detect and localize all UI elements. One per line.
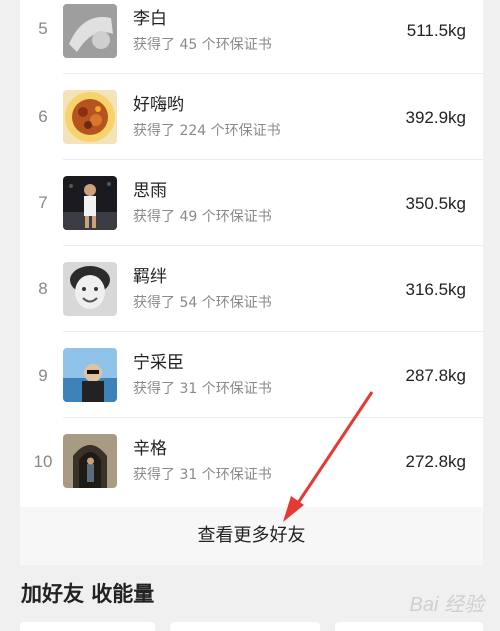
list-item[interactable]: 6 好嗨哟 获得了 224 个环保证书 392.9kg: [20, 74, 483, 160]
friend-card[interactable]: [20, 622, 155, 631]
avatar[interactable]: [63, 4, 117, 58]
friend-name: 好嗨哟: [133, 95, 184, 115]
view-more-friends-button[interactable]: 查看更多好友: [20, 507, 483, 565]
friend-cards-strip: [20, 622, 483, 631]
avatar-image: [63, 176, 117, 230]
friend-name: 羁绊: [133, 267, 167, 287]
avatar[interactable]: [63, 90, 117, 144]
avatar-image: [63, 4, 117, 58]
energy-weight: 350.5kg: [405, 194, 467, 213]
cert-count: 获得了 31 个环保证书: [133, 381, 272, 397]
rank-number: 8: [38, 279, 48, 298]
friend-ranking-list: 5 李白 获得了 45 个环保证书 511.5kg 6 好嗨哟 获得了 224 …: [20, 0, 483, 565]
list-item[interactable]: 5 李白 获得了 45 个环保证书 511.5kg: [20, 0, 483, 74]
cert-count: 获得了 54 个环保证书: [133, 295, 272, 311]
avatar[interactable]: [63, 348, 117, 402]
watermark-logo: Bai 经验: [409, 594, 484, 616]
rank-number: 7: [38, 193, 48, 212]
rank-number: 6: [38, 107, 48, 126]
cert-count: 获得了 45 个环保证书: [133, 37, 272, 53]
rank-number: 5: [38, 19, 48, 38]
avatar[interactable]: [63, 434, 117, 488]
avatar-image: [63, 262, 117, 316]
friend-card[interactable]: [170, 622, 320, 631]
energy-weight: 392.9kg: [405, 108, 467, 127]
friend-name: 思雨: [133, 181, 167, 201]
energy-weight: 272.8kg: [405, 452, 467, 471]
section-title: 加好友 收能量: [21, 582, 155, 606]
cert-count: 获得了 49 个环保证书: [133, 209, 272, 225]
list-item[interactable]: 10 辛格 获得了 31 个环保证书 272.8kg: [20, 418, 483, 504]
friend-name: 辛格: [133, 439, 167, 459]
avatar-image: [63, 348, 117, 402]
rank-number: 9: [38, 366, 48, 385]
avatar[interactable]: [63, 262, 117, 316]
avatar-image: [63, 434, 117, 488]
energy-weight: 287.8kg: [405, 366, 467, 385]
list-item[interactable]: 7 思雨 获得了 49 个环保证书 350.5kg: [20, 160, 483, 246]
rank-number: 10: [33, 452, 53, 471]
friend-name: 宁采臣: [133, 353, 184, 373]
avatar-image: [63, 90, 117, 144]
energy-weight: 511.5kg: [406, 21, 466, 40]
friend-name: 李白: [133, 9, 167, 29]
avatar[interactable]: [63, 176, 117, 230]
list-item[interactable]: 9 宁采臣 获得了 31 个环保证书 287.8kg: [20, 332, 483, 418]
cert-count: 获得了 224 个环保证书: [133, 123, 281, 139]
list-item[interactable]: 8 羁绊 获得了 54 个环保证书 316.5kg: [20, 246, 483, 332]
friend-card[interactable]: [335, 622, 483, 631]
cert-count: 获得了 31 个环保证书: [133, 467, 272, 483]
energy-weight: 316.5kg: [405, 280, 467, 299]
